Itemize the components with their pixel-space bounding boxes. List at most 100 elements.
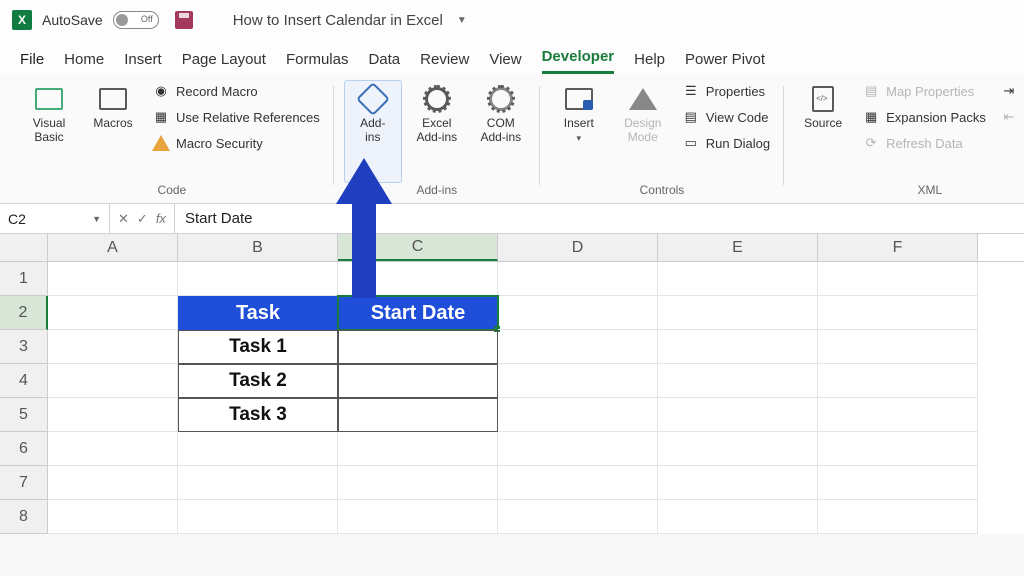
cell[interactable] [818, 330, 978, 364]
properties-button[interactable]: ☰Properties [678, 80, 774, 102]
cell[interactable] [338, 500, 498, 534]
row-header[interactable]: 2 [0, 296, 48, 330]
row-header[interactable]: 5 [0, 398, 48, 432]
com-addins-button[interactable]: COM Add-ins [472, 80, 530, 183]
expansion-packs-button[interactable]: ▦Expansion Packs [858, 106, 990, 128]
cell[interactable] [178, 262, 338, 296]
cell[interactable] [48, 500, 178, 534]
cell[interactable] [818, 262, 978, 296]
cell[interactable] [48, 330, 178, 364]
row-header[interactable]: 1 [0, 262, 48, 296]
save-icon[interactable] [175, 11, 193, 29]
cell[interactable] [178, 466, 338, 500]
cell[interactable] [658, 262, 818, 296]
cell[interactable] [498, 432, 658, 466]
tab-insert[interactable]: Insert [124, 51, 162, 74]
export-button[interactable]: ⇤Export [996, 106, 1024, 128]
macros-button[interactable]: Macros [84, 80, 142, 183]
document-title[interactable]: How to Insert Calendar in Excel [233, 12, 443, 29]
cell[interactable] [498, 296, 658, 330]
visual-basic-button[interactable]: Visual Basic [20, 80, 78, 183]
cell[interactable] [498, 262, 658, 296]
cell[interactable] [658, 330, 818, 364]
tab-file[interactable]: File [20, 51, 44, 74]
cell[interactable]: Start Date [338, 296, 498, 330]
refresh-data-button[interactable]: ⟳Refresh Data [858, 132, 990, 154]
run-dialog-button[interactable]: ▭Run Dialog [678, 132, 774, 154]
cell[interactable] [818, 432, 978, 466]
column-header[interactable]: D [498, 234, 658, 261]
tab-data[interactable]: Data [368, 51, 400, 74]
cell[interactable] [658, 432, 818, 466]
source-button[interactable]: Source [794, 80, 852, 183]
cell[interactable] [48, 398, 178, 432]
formula-input[interactable]: Start Date [175, 210, 263, 227]
insert-button[interactable]: Insert ▾ [550, 80, 608, 183]
cell[interactable] [178, 500, 338, 534]
cell[interactable] [658, 466, 818, 500]
cell[interactable] [658, 398, 818, 432]
cell[interactable] [818, 398, 978, 432]
tab-home[interactable]: Home [64, 51, 104, 74]
cell[interactable] [178, 432, 338, 466]
tab-page-layout[interactable]: Page Layout [182, 51, 266, 74]
addins-button[interactable]: Add- ins [344, 80, 402, 183]
select-all-corner[interactable] [0, 234, 48, 261]
chevron-down-icon[interactable]: ▼ [457, 15, 467, 26]
row-header[interactable]: 8 [0, 500, 48, 534]
tab-power-pivot[interactable]: Power Pivot [685, 51, 765, 74]
macro-security-button[interactable]: Macro Security [148, 132, 324, 154]
tab-formulas[interactable]: Formulas [286, 51, 349, 74]
map-properties-button[interactable]: ▤Map Properties [858, 80, 990, 102]
cell[interactable] [818, 296, 978, 330]
column-header[interactable]: B [178, 234, 338, 261]
row-header[interactable]: 7 [0, 466, 48, 500]
cell[interactable] [818, 364, 978, 398]
cell[interactable] [48, 262, 178, 296]
cell[interactable] [338, 364, 498, 398]
cell[interactable] [498, 330, 658, 364]
autosave-toggle[interactable]: Off [113, 11, 159, 29]
cell[interactable]: Task [178, 296, 338, 330]
cell[interactable] [48, 432, 178, 466]
cell[interactable] [498, 398, 658, 432]
tab-view[interactable]: View [489, 51, 521, 74]
cell[interactable] [48, 364, 178, 398]
cell[interactable] [658, 296, 818, 330]
cell[interactable] [338, 398, 498, 432]
tab-developer[interactable]: Developer [542, 48, 615, 74]
tab-review[interactable]: Review [420, 51, 469, 74]
cell[interactable] [818, 500, 978, 534]
cell[interactable] [338, 330, 498, 364]
column-header[interactable]: F [818, 234, 978, 261]
row-header[interactable]: 3 [0, 330, 48, 364]
record-macro-button[interactable]: ◉Record Macro [148, 80, 324, 102]
cell[interactable]: Task 3 [178, 398, 338, 432]
design-mode-button[interactable]: Design Mode [614, 80, 672, 183]
name-box[interactable]: C2 ▼ [0, 204, 110, 233]
cell[interactable]: Task 1 [178, 330, 338, 364]
tab-help[interactable]: Help [634, 51, 665, 74]
cell[interactable] [498, 364, 658, 398]
cell[interactable] [498, 500, 658, 534]
excel-addins-button[interactable]: Excel Add-ins [408, 80, 466, 183]
cancel-formula-icon[interactable]: ✕ [118, 211, 129, 227]
cell[interactable] [48, 296, 178, 330]
cell[interactable] [818, 466, 978, 500]
cell[interactable] [338, 432, 498, 466]
view-code-button[interactable]: ▤View Code [678, 106, 774, 128]
chevron-down-icon[interactable]: ▼ [92, 214, 101, 224]
import-button[interactable]: ⇥Import [996, 80, 1024, 102]
cell[interactable]: Task 2 [178, 364, 338, 398]
cell[interactable] [338, 466, 498, 500]
cell[interactable] [658, 500, 818, 534]
column-header[interactable]: E [658, 234, 818, 261]
column-header[interactable]: C [338, 234, 498, 261]
use-relative-button[interactable]: ▦Use Relative References [148, 106, 324, 128]
cell[interactable] [338, 262, 498, 296]
cell[interactable] [658, 364, 818, 398]
column-header[interactable]: A [48, 234, 178, 261]
row-header[interactable]: 4 [0, 364, 48, 398]
row-header[interactable]: 6 [0, 432, 48, 466]
enter-formula-icon[interactable]: ✓ [137, 211, 148, 227]
